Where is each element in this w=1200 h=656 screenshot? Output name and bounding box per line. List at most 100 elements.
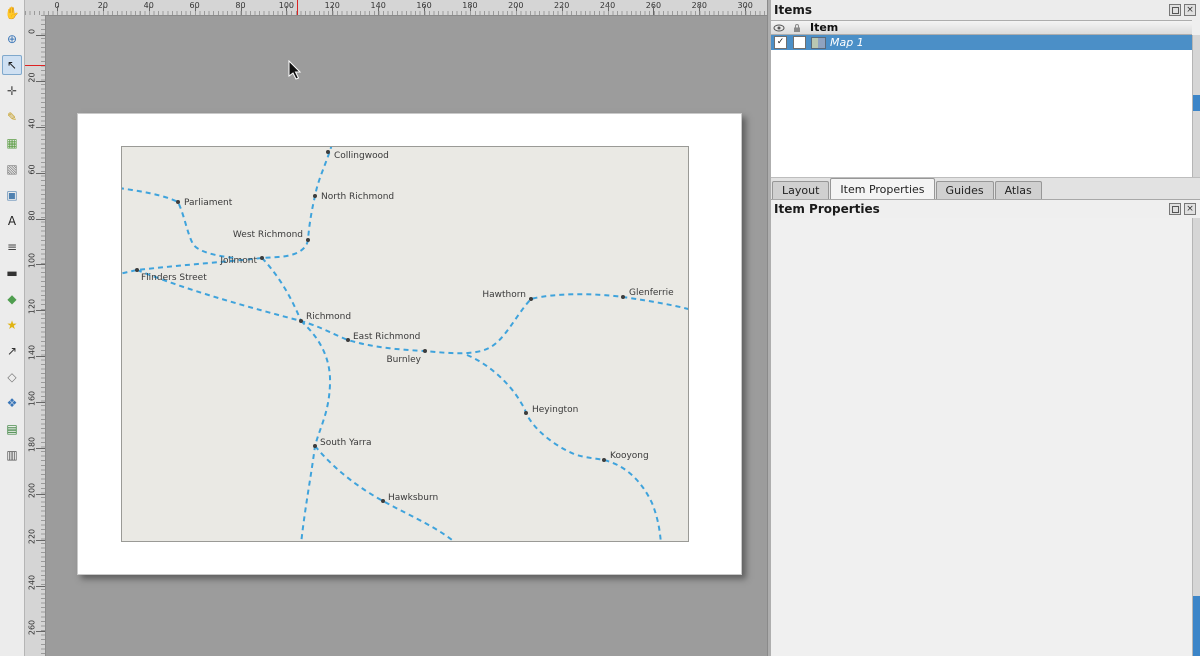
tab-layout[interactable]: Layout xyxy=(772,181,829,199)
tool-add-label[interactable]: A xyxy=(2,211,22,231)
tool-add-scalebar[interactable]: ▬ xyxy=(2,263,22,283)
tool-zoom[interactable]: ⊕ xyxy=(2,29,22,49)
station-dot xyxy=(529,297,533,301)
items-scrollbar[interactable] xyxy=(1192,35,1200,177)
float-icon xyxy=(1172,7,1179,14)
tool-edit-nodes-item[interactable]: ✎ xyxy=(2,107,22,127)
ruler-major-tick xyxy=(470,6,471,15)
tab-guides[interactable]: Guides xyxy=(936,181,994,199)
ruler-major-tick xyxy=(699,6,700,15)
items-rows: ✓ Map 1 xyxy=(770,35,1192,50)
items-panel-float-button[interactable] xyxy=(1169,4,1181,16)
rail-line-glen-waverley-line xyxy=(467,355,661,541)
map-item-icon xyxy=(811,37,826,49)
tool-move-item-content[interactable]: ✛ xyxy=(2,81,22,101)
properties-scrollbar[interactable] xyxy=(1192,218,1200,656)
tab-atlas[interactable]: Atlas xyxy=(995,181,1042,199)
tool-add-attribute-table[interactable]: ▤ xyxy=(2,419,22,439)
add-map-icon: ▦ xyxy=(6,136,17,150)
station-dot xyxy=(524,411,528,415)
ruler-major-tick xyxy=(332,6,333,15)
tool-add-fixed-table[interactable]: ▥ xyxy=(2,445,22,465)
ruler-label: 200 xyxy=(28,482,37,498)
move-item-content-icon: ✛ xyxy=(7,84,17,98)
tool-add-arrow[interactable]: ↗ xyxy=(2,341,22,361)
tool-pan[interactable]: ✋ xyxy=(2,3,22,23)
right-dock: Items × Item ✓Map 1 LayoutItem Propertie… xyxy=(770,0,1200,656)
tool-add-marker[interactable]: ★ xyxy=(2,315,22,335)
item-properties-body xyxy=(770,218,1200,656)
ruler-major-tick xyxy=(562,6,563,15)
dock-tabbar: LayoutItem PropertiesGuidesAtlas xyxy=(770,178,1200,200)
items-scrollbar-thumb[interactable] xyxy=(1193,95,1200,111)
station-dot xyxy=(135,268,139,272)
items-row-map-1[interactable]: ✓ Map 1 xyxy=(770,35,1192,50)
visibility-column-icon xyxy=(770,23,788,33)
items-table-header: Item xyxy=(770,20,1192,35)
ruler-label: 40 xyxy=(28,115,37,131)
tool-add-legend[interactable]: ≡ xyxy=(2,237,22,257)
float-icon xyxy=(1172,206,1179,213)
items-panel-close-button[interactable]: × xyxy=(1184,4,1196,16)
ruler-major-tick xyxy=(286,6,287,15)
ruler-major-tick xyxy=(36,402,45,403)
item-properties-float-button[interactable] xyxy=(1169,203,1181,215)
tool-add-3d-map[interactable]: ▧ xyxy=(2,159,22,179)
item-properties-title: Item Properties xyxy=(774,202,1166,216)
ruler-major-tick xyxy=(36,540,45,541)
add-fixed-table-icon: ▥ xyxy=(6,448,17,462)
ruler-major-tick xyxy=(195,6,196,15)
ruler-major-tick xyxy=(36,586,45,587)
ruler-major-tick xyxy=(36,219,45,220)
qgis-print-layout-window: ✋ ⊕ ↖ ✛ ✎ ▦ ▧ ▣ A ≡ ▬ ◆ ★ ↗ ◇ ❖ ▤ ▥ 020406080100120140160… xyxy=(0,0,1200,656)
ruler-major-tick xyxy=(608,6,609,15)
station-dot xyxy=(313,194,317,198)
tool-add-html[interactable]: ❖ xyxy=(2,393,22,413)
ruler-major-tick xyxy=(378,6,379,15)
station-dot xyxy=(346,338,350,342)
tool-add-shape[interactable]: ◆ xyxy=(2,289,22,309)
horizontal-ruler[interactable]: 0204060801001201401601802002202402602803… xyxy=(25,0,767,16)
item-visibility-checkbox[interactable]: ✓ xyxy=(774,36,787,49)
add-legend-icon: ≡ xyxy=(7,240,17,254)
station-dot xyxy=(313,444,317,448)
station-label: Richmond xyxy=(306,312,351,322)
ruler-major-tick xyxy=(57,6,58,15)
ruler-label: 220 xyxy=(28,528,37,544)
vertical-ruler[interactable]: 020406080100120140160180200220240260 xyxy=(25,15,46,656)
layout-canvas[interactable]: CollingwoodParliamentNorth RichmondWest … xyxy=(45,15,767,656)
item-label: Map 1 xyxy=(830,36,864,49)
ruler-major-tick xyxy=(36,356,45,357)
ruler-major-tick xyxy=(36,448,45,449)
station-dot xyxy=(260,256,264,260)
tool-select-move-item[interactable]: ↖ xyxy=(2,55,22,75)
station-dot xyxy=(306,238,310,242)
ruler-label: 60 xyxy=(28,161,37,177)
item-lock-checkbox[interactable] xyxy=(793,36,806,49)
ruler-major-tick xyxy=(241,6,242,15)
station-dot xyxy=(621,295,625,299)
tool-add-picture[interactable]: ▣ xyxy=(2,185,22,205)
zoom-icon: ⊕ xyxy=(7,32,17,46)
properties-scrollbar-thumb[interactable] xyxy=(1193,596,1200,656)
panel-splitter[interactable] xyxy=(767,0,771,656)
add-shape-icon: ◆ xyxy=(7,292,16,306)
tab-item-properties[interactable]: Item Properties xyxy=(830,178,934,199)
item-properties-close-button[interactable]: × xyxy=(1184,203,1196,215)
station-label: Heyington xyxy=(532,405,578,415)
tool-add-map[interactable]: ▦ xyxy=(2,133,22,153)
layout-page[interactable]: CollingwoodParliamentNorth RichmondWest … xyxy=(77,113,742,575)
ruler-label: 20 xyxy=(28,69,37,85)
ruler-label: 100 xyxy=(28,253,37,269)
map-item-frame[interactable]: CollingwoodParliamentNorth RichmondWest … xyxy=(121,146,689,542)
edit-nodes-item-icon: ✎ xyxy=(7,110,17,124)
map-content: CollingwoodParliamentNorth RichmondWest … xyxy=(122,147,688,541)
ruler-major-tick xyxy=(36,127,45,128)
station-label: Collingwood xyxy=(334,151,389,161)
items-list[interactable]: ✓ Map 1 xyxy=(770,35,1200,178)
add-marker-icon: ★ xyxy=(7,318,18,332)
add-arrow-icon: ↗ xyxy=(7,344,17,358)
tool-add-node-item[interactable]: ◇ xyxy=(2,367,22,387)
select-move-item-icon: ↖ xyxy=(7,58,17,72)
rail-line-south-yarra-line xyxy=(301,321,330,541)
